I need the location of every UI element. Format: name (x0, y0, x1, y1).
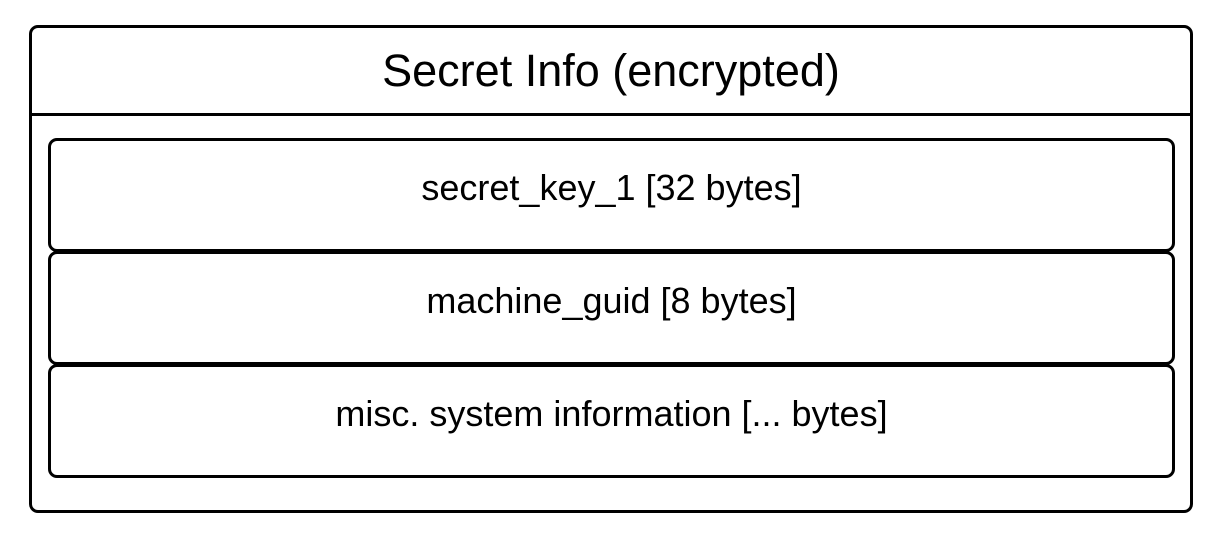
field-misc-system-information: misc. system information [... bytes] (48, 364, 1175, 478)
field-label: secret_key_1 [32 bytes] (421, 167, 802, 208)
field-machine-guid: machine_guid [8 bytes] (48, 251, 1175, 365)
struct-title: Secret Info (encrypted) (382, 45, 840, 96)
secret-info-struct: Secret Info (encrypted) secret_key_1 [32… (29, 25, 1193, 513)
field-list: secret_key_1 [32 bytes] machine_guid [8 … (48, 138, 1175, 478)
field-label: machine_guid [8 bytes] (426, 280, 797, 321)
field-secret-key-1: secret_key_1 [32 bytes] (48, 138, 1175, 252)
struct-header: Secret Info (encrypted) (32, 28, 1190, 116)
field-label: misc. system information [... bytes] (335, 393, 888, 434)
